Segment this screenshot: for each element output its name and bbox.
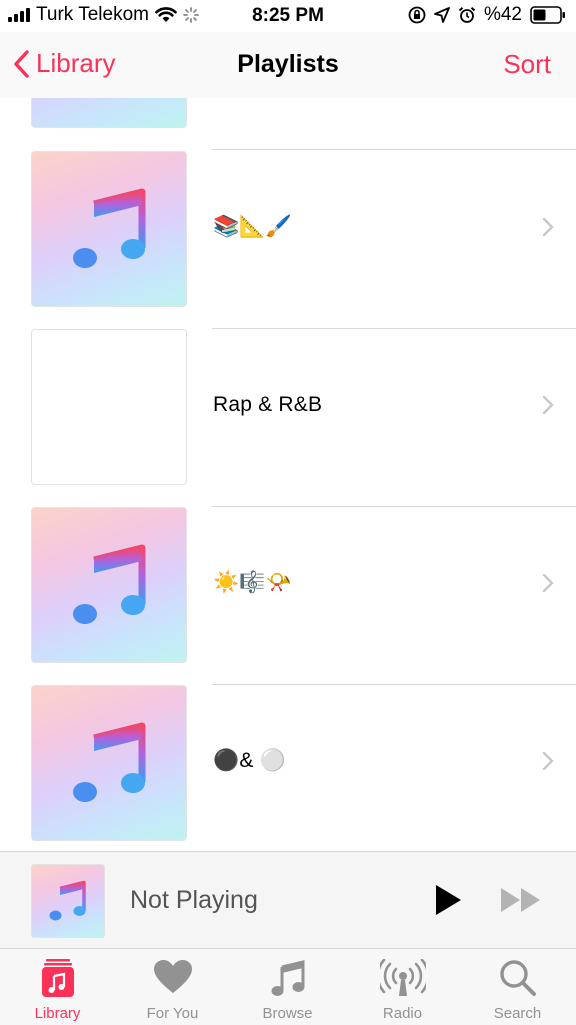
list-item[interactable]: ⚫️& ⚪️ [0, 685, 576, 851]
wifi-icon [155, 7, 177, 22]
playlist-artwork [31, 151, 187, 307]
radio-icon [379, 959, 426, 996]
activity-spinner-icon [183, 7, 199, 23]
music-note-icon [73, 544, 146, 624]
tab-label: Radio [382, 1005, 423, 1022]
list-item[interactable]: ☀️🎼📯 [0, 507, 576, 685]
search-icon [499, 960, 536, 996]
tab-radio[interactable]: Radio [345, 949, 460, 1025]
music-note-icon [73, 188, 146, 268]
tab-bar: Library For You Browse Radio Search [0, 948, 576, 1025]
playlist-name: ⚫️& ⚪️ [213, 749, 286, 772]
status-right: %42 [408, 4, 566, 26]
navigation-bar: Library Playlists Sort [0, 32, 576, 98]
music-note-icon [73, 722, 146, 802]
now-playing-artwork [31, 864, 105, 938]
status-left: Turk Telekom [8, 4, 199, 26]
heart-icon [153, 960, 192, 993]
tab-browse[interactable]: Browse [230, 949, 345, 1025]
playlist-list[interactable]: 📚📐🖌️ Rap & R&B ☀️🎼📯 ⚫️& ⚪️ [0, 98, 576, 851]
back-button[interactable]: Library [12, 48, 115, 79]
playlist-artwork [31, 507, 187, 663]
signal-bars-icon [8, 8, 30, 22]
location-arrow-icon [434, 7, 450, 23]
list-item[interactable]: Rap & R&B [0, 329, 576, 507]
mini-player[interactable]: Not Playing [0, 851, 576, 949]
list-item[interactable] [0, 98, 576, 150]
battery-percent: %42 [483, 4, 522, 25]
row-separator [212, 149, 576, 150]
playlist-artwork [31, 98, 187, 128]
tab-label: For You [146, 1005, 199, 1022]
back-button-label: Library [36, 48, 116, 78]
now-playing-title: Not Playing [130, 886, 258, 914]
fast-forward-icon[interactable] [500, 887, 542, 913]
sort-button[interactable]: Sort [503, 49, 551, 80]
tab-label: Browse [262, 1005, 313, 1022]
playlist-artwork [31, 685, 187, 841]
chevron-right-icon [542, 751, 554, 771]
status-bar: Turk Telekom 8:25 PM %42 [0, 0, 576, 32]
tab-library[interactable]: Library [0, 949, 115, 1025]
chevron-right-icon [542, 217, 554, 237]
chevron-left-icon [14, 49, 29, 78]
battery-icon [530, 6, 565, 24]
music-note-icon [49, 880, 86, 921]
chevron-right-icon [542, 395, 554, 415]
music-note-icon [271, 960, 304, 996]
list-item[interactable]: 📚📐🖌️ [0, 151, 576, 329]
playlist-artwork [31, 329, 187, 485]
library-icon [41, 959, 74, 997]
play-icon[interactable] [434, 884, 462, 916]
tab-search[interactable]: Search [460, 949, 575, 1025]
orientation-lock-icon [408, 6, 426, 24]
carrier-name: Turk Telekom [36, 4, 149, 25]
tab-for-you[interactable]: For You [115, 949, 230, 1025]
playlist-name: Rap & R&B [213, 393, 323, 416]
tab-label: Library [34, 1005, 81, 1022]
tab-label: Search [493, 1005, 542, 1022]
playlist-name: ☀️🎼📯 [213, 571, 293, 594]
chevron-right-icon [542, 573, 554, 593]
playlist-name: 📚📐🖌️ [213, 215, 293, 238]
alarm-icon [458, 7, 476, 23]
